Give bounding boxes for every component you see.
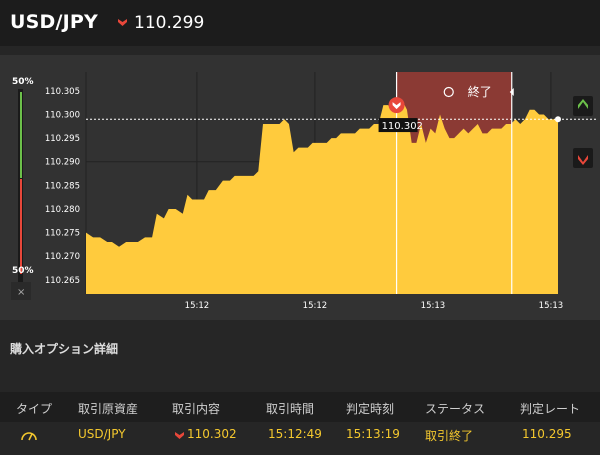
header-bar: USD/JPY 110.299 [0,0,600,46]
column-asset: 取引原資産 [78,402,139,416]
column-trade-time: 取引時間 [266,402,315,416]
chart-panel: 50% 50% × 終了 110.302 110.265 110.270 110.2… [0,55,600,320]
currency-pair-title: USD/JPY [10,11,98,33]
close-icon[interactable]: × [17,287,25,298]
y-tick-label: 110.275 [45,229,80,239]
y-axis-ticks: 110.265 110.270 110.275 110.280 110.285 110.2… [45,87,80,286]
y-tick-label: 110.270 [45,252,80,262]
x-tick-label: 15:13 [421,301,446,311]
column-judge-rate: 判定レート [520,402,581,416]
y-tick-label: 110.300 [45,111,80,121]
column-status: ステータス [425,402,486,416]
details-table-header: タイプ 取引原資産 取引内容 取引時間 判定時刻 ステータス 判定レート [0,392,600,422]
judge-rate-value: 110.295 [522,427,572,441]
gauge-down-bar [20,179,22,274]
column-content: 取引内容 [172,402,221,416]
asset-value: USD/JPY [78,427,126,441]
current-price: 110.299 [134,13,205,33]
gauge-top-label: 50% [12,77,34,87]
current-price-dot [555,116,561,123]
price-chart: 50% 50% × 終了 110.302 110.265110.270110.2… [11,72,598,311]
y-tick-label: 110.280 [45,205,80,215]
down-arrow-icon [175,432,184,439]
gauge-up-bar [20,92,22,178]
trade-time-value: 15:12:49 [268,427,322,441]
status-value: 取引終了 [425,429,474,443]
y-tick-label: 110.305 [45,87,80,97]
content-value: 110.302 [187,427,237,441]
details-title: 購入オプション詳細 [10,342,119,356]
x-tick-label: 15:12 [303,301,328,311]
down-arrow-icon [118,19,127,26]
x-tick-label: 15:12 [185,301,210,311]
table-row[interactable]: USD/JPY 110.302 15:12:49 15:13:19 取引終了 1… [0,422,600,455]
entry-price-label: 110.302 [382,121,423,132]
y-tick-label: 110.290 [45,158,80,168]
x-axis-ticks: 15:12 15:12 15:13 15:13 [185,301,564,311]
column-type: タイプ [16,402,53,416]
gauge-icon [21,432,37,441]
put-button[interactable] [573,148,593,168]
y-tick-label: 110.295 [45,134,80,144]
judge-time-value: 15:13:19 [346,427,400,441]
column-judge-time: 判定時刻 [346,402,395,416]
call-button[interactable] [573,96,593,116]
expiry-label-text: 終了 [468,84,492,99]
y-tick-label: 110.285 [45,181,80,191]
y-tick-label: 110.265 [45,276,80,286]
entry-down-icon [388,97,405,114]
gauge-bottom-label: 50% [12,266,34,276]
x-tick-label: 15:13 [539,301,564,311]
